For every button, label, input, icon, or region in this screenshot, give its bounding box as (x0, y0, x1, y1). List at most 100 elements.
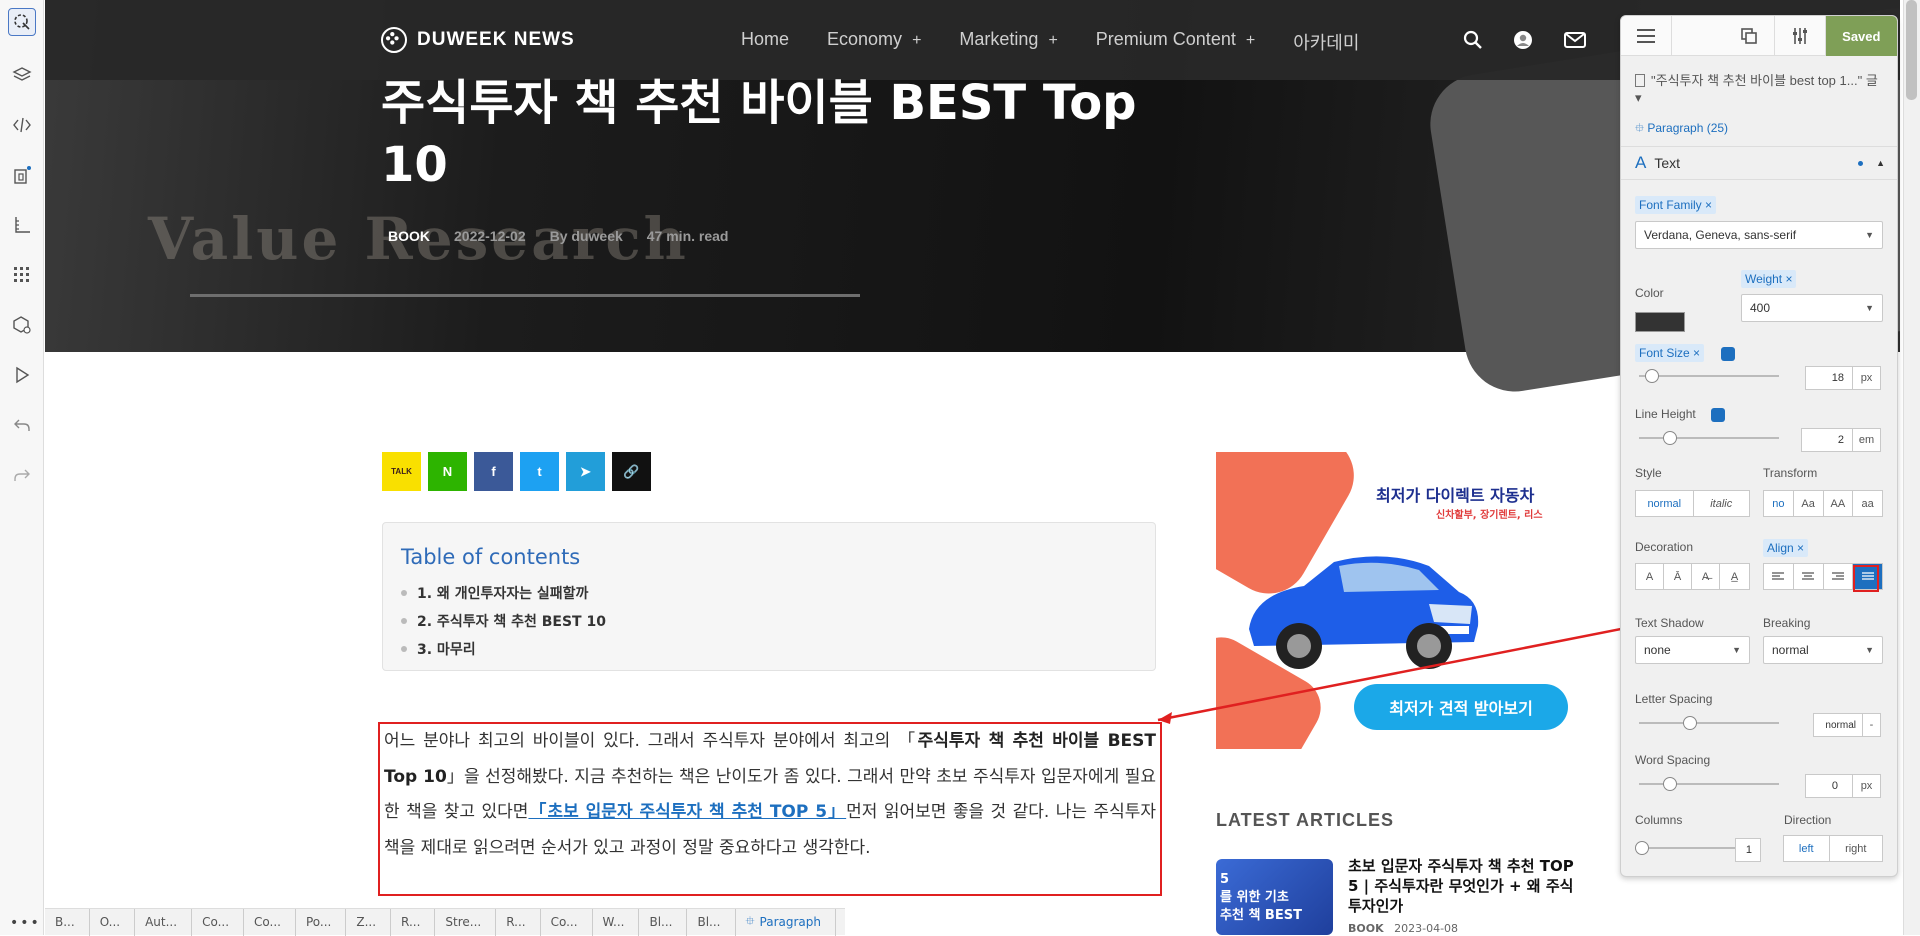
twitter-icon[interactable]: t (520, 452, 559, 491)
paragraph-link[interactable]: 「초보 입문자 주식투자 책 추천 TOP 5」 (528, 802, 846, 822)
ruler-icon[interactable] (8, 211, 36, 239)
layers-icon[interactable] (8, 61, 36, 89)
text-transform-toggle[interactable]: no Aa AA aa (1763, 490, 1883, 517)
style-normal-option[interactable]: normal (1636, 491, 1694, 516)
weight-select[interactable]: 400 ▼ (1741, 294, 1883, 322)
toc-item[interactable]: 1. 왜 개인투자자는 실패할까 (401, 583, 1137, 603)
document-selector[interactable]: "주식투자 책 추천 바이블 best top 1..." 글 ▾ (1635, 72, 1885, 106)
more-options-icon[interactable]: ••• (10, 915, 41, 931)
saved-button[interactable]: Saved (1825, 16, 1897, 56)
breadcrumb-item[interactable]: R... (496, 908, 541, 936)
transform-lowercase-option[interactable]: aa (1853, 491, 1882, 516)
nav-item[interactable]: Premium Content + (1096, 29, 1255, 55)
breadcrumb-item[interactable]: Stre... (435, 908, 497, 936)
latest-article-thumbnail[interactable]: 5 를 위한 기초 추천 책 BEST (1216, 859, 1333, 935)
decoration-underline-option[interactable]: A̲ (1720, 564, 1749, 589)
word-spacing-input[interactable]: 0 (1805, 774, 1853, 798)
columns-slider[interactable] (1635, 841, 1739, 855)
select-element-icon[interactable] (8, 8, 36, 36)
line-height-slider[interactable] (1639, 431, 1779, 445)
menu-icon[interactable] (1621, 16, 1672, 56)
user-account-icon[interactable] (1513, 30, 1533, 50)
grid-icon[interactable] (8, 261, 36, 289)
font-size-slider[interactable] (1639, 369, 1779, 383)
slider-knob[interactable] (1663, 431, 1677, 445)
slider-knob[interactable] (1663, 777, 1677, 791)
letter-spacing-input[interactable]: normal (1813, 713, 1863, 737)
post-category[interactable]: BOOK (388, 228, 430, 244)
breadcrumb-item[interactable]: Co... (541, 908, 593, 936)
font-family-select[interactable]: Verdana, Geneva, sans-serif ▼ (1635, 221, 1883, 249)
nav-item[interactable]: Marketing + (959, 29, 1057, 55)
weight-tag[interactable]: Weight × (1741, 270, 1797, 288)
site-logo[interactable]: DUWEEK NEWS (381, 27, 575, 53)
undo-icon[interactable] (8, 411, 36, 439)
align-right-icon[interactable] (1824, 564, 1854, 589)
collapse-icon[interactable]: ▲ (1876, 158, 1885, 168)
font-size-tag[interactable]: Font Size × (1635, 344, 1705, 362)
text-shadow-select[interactable]: none ▼ (1635, 636, 1750, 664)
direction-right-option[interactable]: right (1830, 836, 1882, 861)
letter-spacing-slider[interactable] (1639, 716, 1779, 730)
breadcrumb-active-item[interactable]: ⯐ Paragraph (736, 908, 836, 936)
line-height-unit[interactable]: em (1852, 428, 1881, 452)
text-decoration-toggle[interactable]: A Ā A̶ A̲ (1635, 563, 1750, 590)
font-style-toggle[interactable]: normal italic (1635, 490, 1750, 517)
transform-none-option[interactable]: no (1764, 491, 1794, 516)
ad-cta-button[interactable]: 최저가 견적 받아보기 (1354, 684, 1568, 730)
slider-knob[interactable] (1635, 841, 1649, 855)
search-icon[interactable] (1463, 30, 1483, 50)
nav-item[interactable]: 아카데미 (1293, 29, 1359, 55)
decoration-overline-option[interactable]: Ā (1664, 564, 1692, 589)
breaking-select[interactable]: normal ▼ (1763, 636, 1883, 664)
breadcrumb-item[interactable]: Bl... (639, 908, 688, 936)
line-height-input[interactable]: 2 (1801, 428, 1853, 452)
decoration-strikethrough-option[interactable]: A̶ (1692, 564, 1720, 589)
breadcrumb-item[interactable]: Z... (346, 908, 392, 936)
expand-plus-icon[interactable]: + (912, 32, 921, 49)
telegram-icon[interactable]: ➤ (566, 452, 605, 491)
slider-knob[interactable] (1645, 369, 1659, 383)
selected-element-label[interactable]: ⯐ Paragraph (25) (1635, 119, 1728, 140)
breadcrumb-item[interactable]: W... (593, 908, 640, 936)
duplicate-icon[interactable] (1724, 16, 1775, 56)
direction-toggle[interactable]: left right (1783, 835, 1883, 862)
decoration-none-option[interactable]: A (1636, 564, 1664, 589)
font-family-tag[interactable]: Font Family × (1635, 196, 1717, 214)
toc-item[interactable]: 3. 마무리 (401, 639, 1137, 659)
color-swatch[interactable] (1635, 312, 1685, 332)
expand-plus-icon[interactable]: + (1246, 32, 1255, 49)
align-left-icon[interactable] (1764, 564, 1794, 589)
latest-article-headline[interactable]: 초보 입문자 주식투자 책 추천 TOP 5 | 주식투자란 무엇인가 + 왜 … (1348, 856, 1578, 916)
breadcrumb-item[interactable]: Co... (244, 908, 296, 936)
sidebar-ad-banner[interactable]: 최저가 다이렉트 자동차 신차할부, 장기렌트, 리스 최저가 견적 받아보기 (1216, 452, 1572, 749)
word-spacing-unit[interactable]: px (1852, 774, 1881, 798)
scrollbar-thumb[interactable] (1906, 0, 1917, 100)
responsive-device-icon[interactable] (1711, 408, 1725, 422)
copy-link-icon[interactable]: 🔗 (612, 452, 651, 491)
word-spacing-slider[interactable] (1639, 777, 1779, 791)
code-icon[interactable] (8, 111, 36, 139)
breadcrumb-item[interactable]: Bl... (687, 908, 736, 936)
style-italic-option[interactable]: italic (1694, 491, 1750, 516)
play-icon[interactable] (8, 361, 36, 389)
transform-uppercase-option[interactable]: AA (1824, 491, 1854, 516)
mail-icon[interactable] (1563, 30, 1587, 50)
breadcrumb-item[interactable]: O... (90, 908, 136, 936)
breadcrumb-item[interactable]: Co... (192, 908, 245, 936)
add-element-icon[interactable] (8, 161, 36, 189)
font-size-input[interactable]: 18 (1805, 366, 1853, 390)
scrollbar[interactable] (1903, 0, 1920, 935)
transform-capitalize-option[interactable]: Aa (1794, 491, 1824, 516)
breadcrumb-item[interactable]: Aut... (135, 908, 193, 936)
align-tag[interactable]: Align × (1763, 539, 1809, 557)
breadcrumb-item[interactable]: B... (45, 908, 90, 936)
facebook-icon[interactable]: f (474, 452, 513, 491)
direction-left-option[interactable]: left (1784, 836, 1830, 861)
expand-plus-icon[interactable]: + (1048, 32, 1057, 49)
selected-paragraph[interactable]: 어느 분야나 최고의 바이블이 있다. 그래서 주식투자 분야에서 최고의 「주… (378, 722, 1162, 896)
breadcrumb-item[interactable]: R... (391, 908, 436, 936)
naver-icon[interactable]: N (428, 452, 467, 491)
settings-sliders-icon[interactable] (1775, 16, 1826, 56)
letter-spacing-unit[interactable]: - (1862, 713, 1881, 737)
